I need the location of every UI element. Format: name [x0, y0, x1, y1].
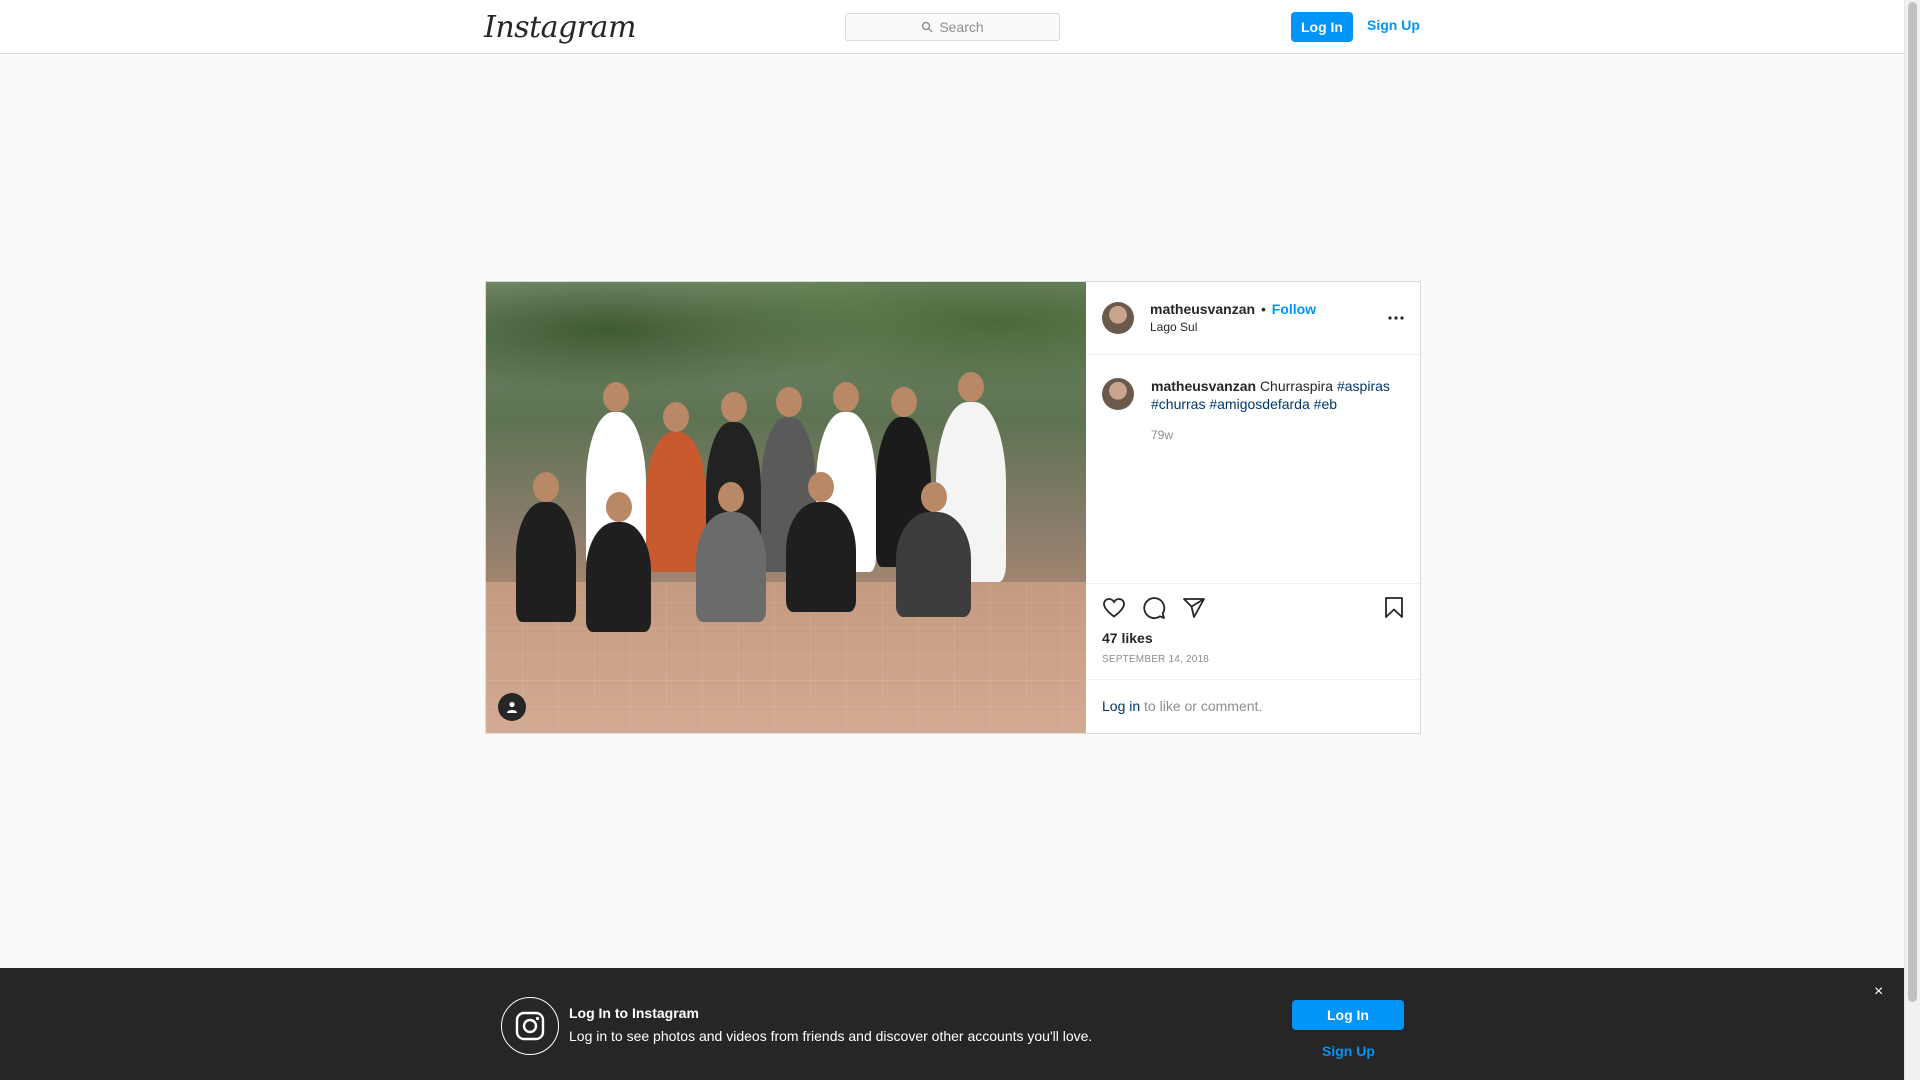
comment-prompt: Log in to like or comment. — [1102, 698, 1262, 714]
caption-username[interactable]: matheusvanzan — [1151, 378, 1256, 394]
search-input[interactable]: Search — [845, 13, 1060, 41]
post-author-line: matheusvanzan • Follow — [1150, 301, 1316, 317]
username-link[interactable]: matheusvanzan — [1150, 301, 1255, 317]
login-button[interactable]: Log In — [1291, 12, 1353, 42]
follow-button[interactable]: Follow — [1272, 301, 1316, 317]
hashtag-link[interactable]: #eb — [1314, 396, 1337, 412]
bookmark-icon[interactable] — [1382, 596, 1406, 620]
banner-text: Log in to see photos and videos from fri… — [569, 1028, 1093, 1044]
share-icon[interactable] — [1182, 596, 1206, 620]
post-photo[interactable] — [486, 282, 1086, 733]
separator-dot: • — [1260, 301, 1266, 317]
banner-title: Log In to Instagram — [569, 1005, 699, 1021]
photo-person — [516, 472, 576, 622]
location-link[interactable]: Lago Sul — [1150, 320, 1197, 334]
post-sidebar: matheusvanzan • Follow Lago Sul matheusv… — [1086, 282, 1420, 733]
post-actions: 47 likes SEPTEMBER 14, 2018 — [1086, 583, 1420, 680]
photo-person — [896, 482, 971, 617]
caption-avatar[interactable] — [1102, 378, 1134, 410]
post-card: matheusvanzan • Follow Lago Sul matheusv… — [485, 281, 1421, 734]
close-icon[interactable]: × — [1874, 983, 1883, 1001]
likes-count[interactable]: 47 likes — [1102, 630, 1153, 646]
comment-prompt-text: to like or comment. — [1140, 698, 1263, 714]
signup-link[interactable]: Sign Up — [1367, 17, 1420, 33]
page-scrollbar[interactable] — [1904, 0, 1920, 1080]
tagged-user-icon[interactable] — [498, 693, 526, 721]
scrollbar-thumb[interactable] — [1908, 2, 1917, 1002]
login-link[interactable]: Log in — [1102, 698, 1140, 714]
top-navbar: Instagram Search Log In Sign Up — [0, 0, 1905, 54]
search-icon — [922, 21, 933, 33]
caption-text: Churraspira — [1259, 378, 1334, 394]
banner-signup-link[interactable]: Sign Up — [1322, 1043, 1375, 1059]
photo-person — [696, 482, 766, 622]
instagram-camera-icon — [501, 997, 559, 1055]
search-placeholder: Search — [939, 19, 984, 35]
hashtag-link[interactable]: #churras — [1151, 396, 1205, 412]
hashtag-link[interactable]: #aspiras — [1337, 378, 1390, 394]
hashtag-link[interactable]: #amigosdefarda — [1209, 396, 1309, 412]
caption-time[interactable]: 79w — [1151, 428, 1173, 442]
post-header: matheusvanzan • Follow Lago Sul — [1086, 282, 1420, 355]
photo-person — [586, 492, 651, 632]
login-banner: Log In to Instagram Log in to see photos… — [0, 968, 1905, 1080]
post-caption: matheusvanzan Churraspira #aspiras #chur… — [1151, 377, 1406, 413]
banner-login-button[interactable]: Log In — [1292, 1000, 1404, 1030]
avatar[interactable] — [1102, 302, 1134, 334]
heart-icon[interactable] — [1102, 596, 1126, 620]
instagram-logo[interactable]: Instagram — [484, 10, 636, 45]
post-date[interactable]: SEPTEMBER 14, 2018 — [1102, 654, 1209, 665]
more-options-icon[interactable] — [1388, 316, 1404, 320]
photo-person — [786, 472, 856, 612]
comment-icon[interactable] — [1142, 596, 1166, 620]
